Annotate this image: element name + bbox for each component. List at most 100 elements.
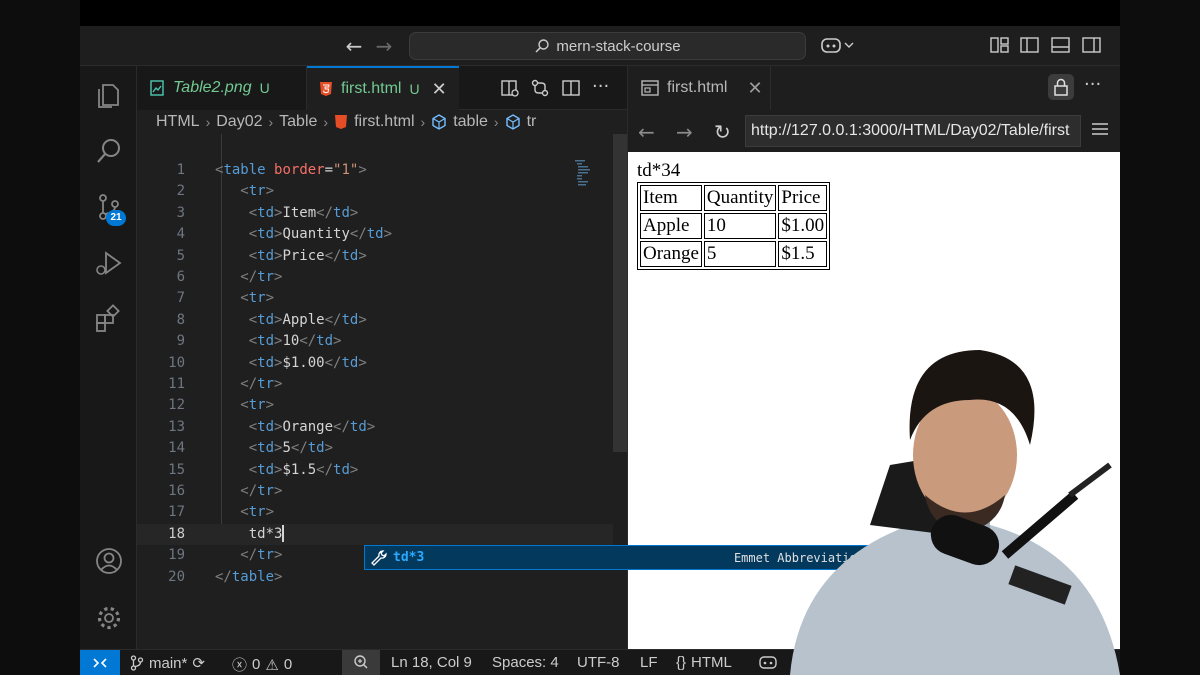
- sync-icon[interactable]: ⟳: [192, 654, 205, 672]
- toggle-primary-sidebar-icon[interactable]: [1020, 36, 1040, 54]
- tab-first-html[interactable]: first.html U ✕: [307, 66, 459, 110]
- code-line[interactable]: 15 <td>$1.5</td>: [137, 460, 627, 481]
- line-number: 2: [176, 183, 185, 200]
- menu-icon[interactable]: [1092, 122, 1108, 136]
- copilot-status-icon[interactable]: [758, 654, 778, 670]
- code-line[interactable]: 11 </tr>: [137, 374, 627, 395]
- reload-icon[interactable]: ↻: [714, 120, 731, 144]
- code-line[interactable]: 3 <td>Item</td>: [137, 203, 627, 224]
- code-line[interactable]: 6 </tr>: [137, 267, 627, 288]
- indentation[interactable]: Spaces: 4: [492, 654, 559, 671]
- code-token: </: [290, 440, 308, 457]
- code-line[interactable]: 16 </tr>: [137, 481, 627, 502]
- code-token: td: [307, 440, 325, 457]
- copilot-icon[interactable]: [820, 36, 856, 54]
- code-line[interactable]: 7 <tr>: [137, 288, 627, 309]
- run-debug-icon[interactable]: [94, 248, 124, 278]
- close-icon[interactable]: ✕: [432, 79, 447, 100]
- code-line[interactable]: 2 <tr>: [137, 181, 627, 202]
- code-token: 10: [282, 333, 300, 350]
- code-token: >: [274, 547, 283, 564]
- code-token: <: [240, 397, 249, 414]
- more-actions-icon[interactable]: ···: [592, 76, 609, 100]
- table-cell: 5: [703, 241, 777, 267]
- code-token: tr: [248, 290, 266, 307]
- code-token: </: [324, 354, 342, 371]
- forward-arrow-icon[interactable]: →: [676, 120, 693, 144]
- code-text: </tr>: [215, 374, 282, 395]
- code-token: </: [240, 547, 258, 564]
- code-line[interactable]: 4 <td>Quantity</td>: [137, 224, 627, 245]
- command-center-search[interactable]: mern-stack-course: [409, 32, 806, 60]
- branch-indicator[interactable]: main* ⟳: [130, 654, 205, 672]
- breadcrumb-item[interactable]: first.html: [354, 113, 414, 131]
- zoom-indicator[interactable]: [342, 650, 380, 675]
- table-cell: Item: [640, 185, 702, 211]
- extensions-icon[interactable]: [94, 304, 124, 334]
- breadcrumb-item[interactable]: tr: [527, 113, 537, 131]
- code-line[interactable]: 17 <tr>: [137, 502, 627, 523]
- code-token: td*3: [248, 525, 283, 542]
- wrench-icon: [371, 549, 387, 566]
- scroll-thumb[interactable]: [613, 134, 627, 452]
- html-file-icon: [320, 82, 332, 96]
- breadcrumb-item[interactable]: Day02: [216, 113, 262, 131]
- editor-scrollbar[interactable]: [613, 134, 627, 649]
- code-line[interactable]: 12 <tr>: [137, 395, 627, 416]
- code-line[interactable]: 14 <td>5</td>: [137, 438, 627, 459]
- breadcrumb-item[interactable]: table: [453, 113, 488, 131]
- lock-group-button[interactable]: [1048, 74, 1074, 100]
- language-mode[interactable]: {} HTML: [676, 654, 732, 671]
- toggle-secondary-sidebar-icon[interactable]: [1082, 36, 1102, 54]
- code-line[interactable]: 1 <table border="1">: [137, 160, 627, 181]
- code-line[interactable]: 8 <td>Apple</td>: [137, 310, 627, 331]
- url-input[interactable]: http://127.0.0.1:3000/HTML/Day02/Table/f…: [745, 115, 1081, 147]
- code-line[interactable]: 13 <td>Orange</td>: [137, 417, 627, 438]
- tab-table2-png[interactable]: Table2.png U: [137, 66, 307, 110]
- code-line[interactable]: 5 <td>Price</td>: [137, 246, 627, 267]
- code-token: <: [248, 204, 258, 221]
- cursor-position[interactable]: Ln 18, Col 9: [391, 654, 472, 671]
- breadcrumb-item[interactable]: HTML: [156, 113, 200, 131]
- open-preview-icon[interactable]: [500, 76, 520, 100]
- breadcrumb-item[interactable]: Table: [279, 113, 317, 131]
- code-line[interactable]: 18 td*3: [137, 523, 627, 546]
- code-token: td: [257, 418, 275, 435]
- customize-layout-icon[interactable]: [990, 36, 1010, 54]
- search-icon[interactable]: [94, 136, 124, 166]
- code-token: table: [231, 568, 275, 585]
- code-text: <tr>: [215, 288, 274, 309]
- code-token: </: [349, 226, 367, 243]
- split-editor-icon[interactable]: [561, 76, 581, 100]
- settings-gear-icon[interactable]: [94, 603, 124, 633]
- line-number: 18: [168, 525, 185, 542]
- explorer-icon[interactable]: [94, 80, 124, 110]
- code-editor[interactable]: 1 <table border="1"> 2 <tr> 3 <td>Item</td>…: [137, 134, 877, 649]
- code-line[interactable]: 9 <td>10</td>: [137, 331, 627, 352]
- toggle-panel-icon[interactable]: [1051, 36, 1071, 54]
- remote-indicator[interactable]: [80, 650, 120, 675]
- end-of-line[interactable]: LF: [640, 654, 658, 671]
- problems-indicator[interactable]: ⓧ 0 ⚠ 0: [232, 654, 292, 675]
- close-icon[interactable]: ✕: [747, 78, 762, 99]
- encoding[interactable]: UTF-8: [577, 654, 620, 671]
- accounts-icon[interactable]: [94, 546, 124, 576]
- compare-changes-icon[interactable]: [530, 76, 550, 100]
- code-text: <td>5</td>: [215, 438, 333, 459]
- back-arrow-icon[interactable]: ←: [342, 34, 366, 58]
- table-cell: Price: [778, 185, 828, 211]
- more-actions-icon[interactable]: ···: [1084, 74, 1101, 95]
- forward-arrow-icon[interactable]: →: [372, 34, 396, 58]
- minimap[interactable]: [575, 134, 611, 649]
- tab-browser-first-html[interactable]: first.html ✕: [628, 66, 771, 110]
- back-arrow-icon[interactable]: ←: [638, 120, 655, 144]
- tab-label: first.html: [341, 80, 402, 97]
- code-line[interactable]: 10 <td>$1.00</td>: [137, 353, 627, 374]
- code-token: <: [240, 504, 249, 521]
- code-token: td: [257, 226, 275, 243]
- source-control-badge: 21: [106, 210, 126, 226]
- code-token: tr: [248, 504, 266, 521]
- page-text: td*34: [637, 160, 681, 181]
